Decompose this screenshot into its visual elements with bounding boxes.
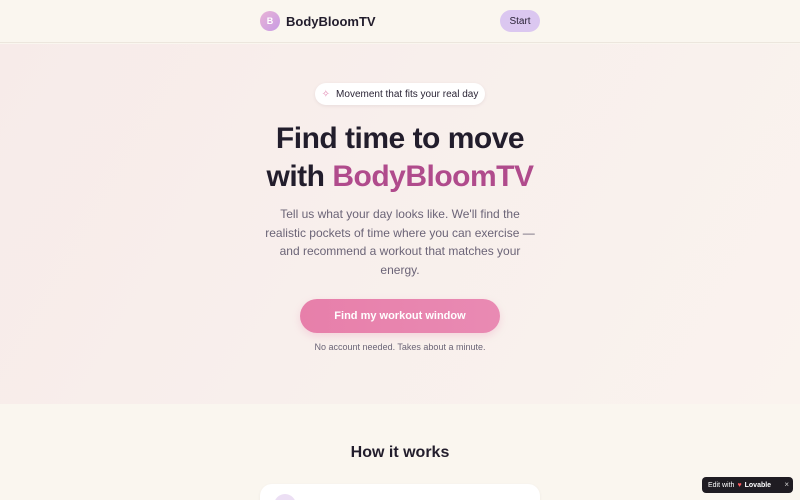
badge-brand: Lovable — [744, 481, 772, 489]
step-icon — [274, 494, 296, 500]
edit-with-lovable-badge[interactable]: Edit with ♥ Lovable × — [702, 477, 793, 493]
badge-prefix: Edit with — [708, 481, 735, 489]
lovable-heart-icon: ♥ — [737, 481, 742, 489]
hero-subtitle: Tell us what your day looks like. We'll … — [265, 207, 535, 277]
hero-title-accent: BodyBloomTV — [332, 160, 534, 193]
sparkle-icon: ✧ — [321, 88, 331, 100]
hero-title: Find time to move with BodyBloomTV — [0, 120, 800, 196]
how-it-works-card — [260, 484, 540, 500]
close-icon[interactable]: × — [784, 480, 789, 489]
brand-logo[interactable]: B BodyBloomTV — [260, 11, 376, 31]
start-button[interactable]: Start — [500, 10, 540, 32]
find-workout-window-button[interactable]: Find my workout window — [300, 299, 500, 333]
site-header: B BodyBloomTV Start — [0, 0, 800, 43]
hero-section: ✧ Movement that fits your real day Find … — [0, 44, 800, 404]
tagline-text: Movement that fits your real day — [336, 88, 479, 100]
tagline-pill: ✧ Movement that fits your real day — [315, 83, 485, 105]
how-it-works-title: How it works — [350, 444, 450, 461]
hero-title-prefix: with — [266, 160, 325, 193]
cta-note: No account needed. Takes about a minute. — [314, 342, 486, 352]
hero-title-line1: Find time to move — [275, 122, 525, 155]
brand-mark-icon: B — [260, 11, 280, 31]
brand-name: BodyBloomTV — [286, 13, 376, 29]
